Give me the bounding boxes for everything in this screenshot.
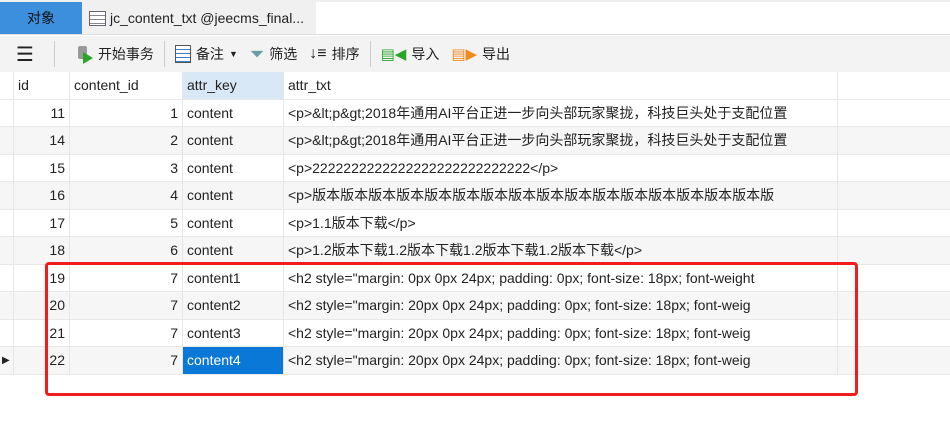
tab-objects[interactable]: 对象	[0, 2, 82, 34]
table-row[interactable]: 16 4 content <p>版本版本版本版本版本版本版本版本版本版本版本版本…	[0, 182, 950, 210]
cell-content-id[interactable]: 1	[70, 99, 183, 126]
cell-attr-txt[interactable]: <h2 style="margin: 20px 0px 24px; paddin…	[284, 292, 838, 319]
filter-button[interactable]: ⏷ 筛选	[244, 39, 303, 69]
note-button[interactable]: 备注 ▼	[169, 39, 244, 69]
cell-attr-txt[interactable]: <h2 style="margin: 20px 0px 24px; paddin…	[284, 347, 838, 374]
table-row[interactable]: 15 3 content <p>222222222222222222222222…	[0, 154, 950, 182]
current-row-arrow-icon: ▶	[2, 354, 10, 366]
cell-id[interactable]: 14	[14, 127, 70, 154]
row-indicator[interactable]	[0, 237, 14, 264]
tab-bar: 对象 jc_content_txt @jeecms_final...	[0, 0, 950, 35]
cell-attr-txt[interactable]: <h2 style="margin: 0px 0px 24px; padding…	[284, 264, 838, 291]
cell-attr-key[interactable]: content2	[183, 292, 284, 319]
hamburger-icon: ☰	[16, 43, 34, 66]
toolbar: ☰ 开始事务 备注 ▼ ⏷ 筛选 ↓≡ 排序 ▤◀ 导入 ▤▶ 导出	[0, 36, 950, 72]
cell-attr-key[interactable]: content	[183, 127, 284, 154]
table-row[interactable]: 20 7 content2 <h2 style="margin: 20px 0p…	[0, 292, 950, 320]
import-label: 导入	[411, 46, 440, 62]
cell-attr-txt[interactable]: <p>1.1版本下载</p>	[284, 209, 838, 236]
cell-id[interactable]: 15	[14, 154, 70, 181]
cell-attr-key[interactable]: content1	[183, 264, 284, 291]
cell-content-id[interactable]: 7	[70, 292, 183, 319]
note-label: 备注	[195, 46, 224, 62]
cell-attr-txt[interactable]: <p>&lt;p&gt;2018年通用AI平台正进一步向头部玩家聚拢，科技巨头处…	[284, 127, 838, 154]
cell-content-id[interactable]: 7	[70, 264, 183, 291]
cell-attr-txt[interactable]: <p>版本版本版本版本版本版本版本版本版本版本版本版本版本版本版本版本版	[284, 182, 838, 209]
cell-attr-txt[interactable]: <p>&lt;p&gt;2018年通用AI平台正进一步向头部玩家聚拢，科技巨头处…	[284, 99, 838, 126]
cell-attr-key[interactable]: content4	[183, 347, 284, 374]
column-header-attr-key[interactable]: attr_key	[183, 72, 284, 99]
table-row[interactable]: 14 2 content <p>&lt;p&gt;2018年通用AI平台正进一步…	[0, 127, 950, 155]
cell-id[interactable]: 16	[14, 182, 70, 209]
cell-id[interactable]: 20	[14, 292, 70, 319]
divider	[163, 41, 165, 67]
row-indicator[interactable]	[0, 264, 14, 291]
cell-attr-txt[interactable]: <p>2222222222222222222222222222</p>	[284, 154, 838, 181]
cell-attr-key[interactable]: content3	[183, 319, 284, 346]
sort-icon: ↓≡	[309, 45, 327, 62]
import-icon: ▤◀	[380, 46, 407, 63]
cell-attr-key[interactable]: content	[183, 99, 284, 126]
cell-attr-txt[interactable]: <p>1.2版本下载1.2版本下载1.2版本下载1.2版本下载</p>	[284, 237, 838, 264]
divider	[53, 41, 55, 67]
cell-attr-key[interactable]: content	[183, 209, 284, 236]
cell-content-id[interactable]: 7	[70, 319, 183, 346]
cell-attr-txt[interactable]: <h2 style="margin: 20px 0px 24px; paddin…	[284, 319, 838, 346]
data-grid: id content_id attr_key attr_txt 11 1 con…	[0, 72, 950, 375]
cell-attr-key[interactable]: content	[183, 154, 284, 181]
tab-table[interactable]: jc_content_txt @jeecms_final...	[83, 2, 315, 34]
cell-content-id[interactable]: 4	[70, 182, 183, 209]
row-indicator[interactable]: ▶	[0, 347, 14, 374]
row-indicator[interactable]	[0, 182, 14, 209]
cell-content-id[interactable]: 5	[70, 209, 183, 236]
table-row[interactable]: 19 7 content1 <h2 style="margin: 0px 0px…	[0, 264, 950, 292]
cell-id[interactable]: 11	[14, 99, 70, 126]
sort-label: 排序	[331, 46, 360, 62]
column-header-content-id[interactable]: content_id	[70, 72, 183, 99]
cell-attr-key[interactable]: content	[183, 182, 284, 209]
row-indicator[interactable]	[0, 127, 14, 154]
table-row[interactable]: 17 5 content <p>1.1版本下载</p>	[0, 209, 950, 237]
column-header-attr-txt[interactable]: attr_txt	[284, 72, 838, 99]
cell-content-id[interactable]: 6	[70, 237, 183, 264]
table-row[interactable]: 21 7 content3 <h2 style="margin: 20px 0p…	[0, 319, 950, 347]
cell-attr-key[interactable]: content	[183, 237, 284, 264]
cell-id[interactable]: 22	[14, 347, 70, 374]
row-indicator[interactable]	[0, 99, 14, 126]
cell-id[interactable]: 17	[14, 209, 70, 236]
row-indicator[interactable]	[0, 319, 14, 346]
sort-button[interactable]: ↓≡ 排序	[303, 39, 365, 69]
note-icon	[174, 45, 191, 63]
cell-content-id[interactable]: 7	[70, 347, 183, 374]
cell-id[interactable]: 18	[14, 237, 70, 264]
column-header-id[interactable]: id	[14, 72, 70, 99]
export-button[interactable]: ▤▶ 导出	[445, 39, 516, 69]
table-icon	[89, 10, 106, 26]
table-row[interactable]: ▶ 22 7 content4 <h2 style="margin: 20px …	[0, 347, 950, 375]
begin-transaction-label: 开始事务	[97, 46, 154, 62]
row-indicator-header	[0, 72, 14, 99]
cell-id[interactable]: 19	[14, 264, 70, 291]
row-indicator[interactable]	[0, 292, 14, 319]
cell-content-id[interactable]: 3	[70, 154, 183, 181]
menu-button[interactable]: ☰	[0, 39, 50, 69]
divider	[369, 41, 371, 67]
table-row[interactable]: 18 6 content <p>1.2版本下载1.2版本下载1.2版本下载1.2…	[0, 237, 950, 265]
cell-id[interactable]: 21	[14, 319, 70, 346]
header-row: id content_id attr_key attr_txt	[0, 72, 950, 100]
tab-table-label: jc_content_txt @jeecms_final...	[110, 10, 304, 26]
tab-bar-empty	[316, 2, 950, 34]
export-label: 导出	[482, 46, 511, 62]
row-indicator[interactable]	[0, 209, 14, 236]
filter-label: 筛选	[269, 46, 298, 62]
cell-content-id[interactable]: 2	[70, 127, 183, 154]
filter-icon: ⏷	[249, 43, 265, 64]
table-row[interactable]: 11 1 content <p>&lt;p&gt;2018年通用AI平台正进一步…	[0, 99, 950, 127]
begin-transaction-button[interactable]: 开始事务	[71, 39, 160, 69]
begin-transaction-icon	[77, 45, 93, 64]
export-icon: ▤▶	[451, 46, 478, 63]
import-button[interactable]: ▤◀ 导入	[375, 39, 446, 69]
row-indicator[interactable]	[0, 154, 14, 181]
dropdown-arrow-icon[interactable]: ▼	[229, 49, 238, 59]
